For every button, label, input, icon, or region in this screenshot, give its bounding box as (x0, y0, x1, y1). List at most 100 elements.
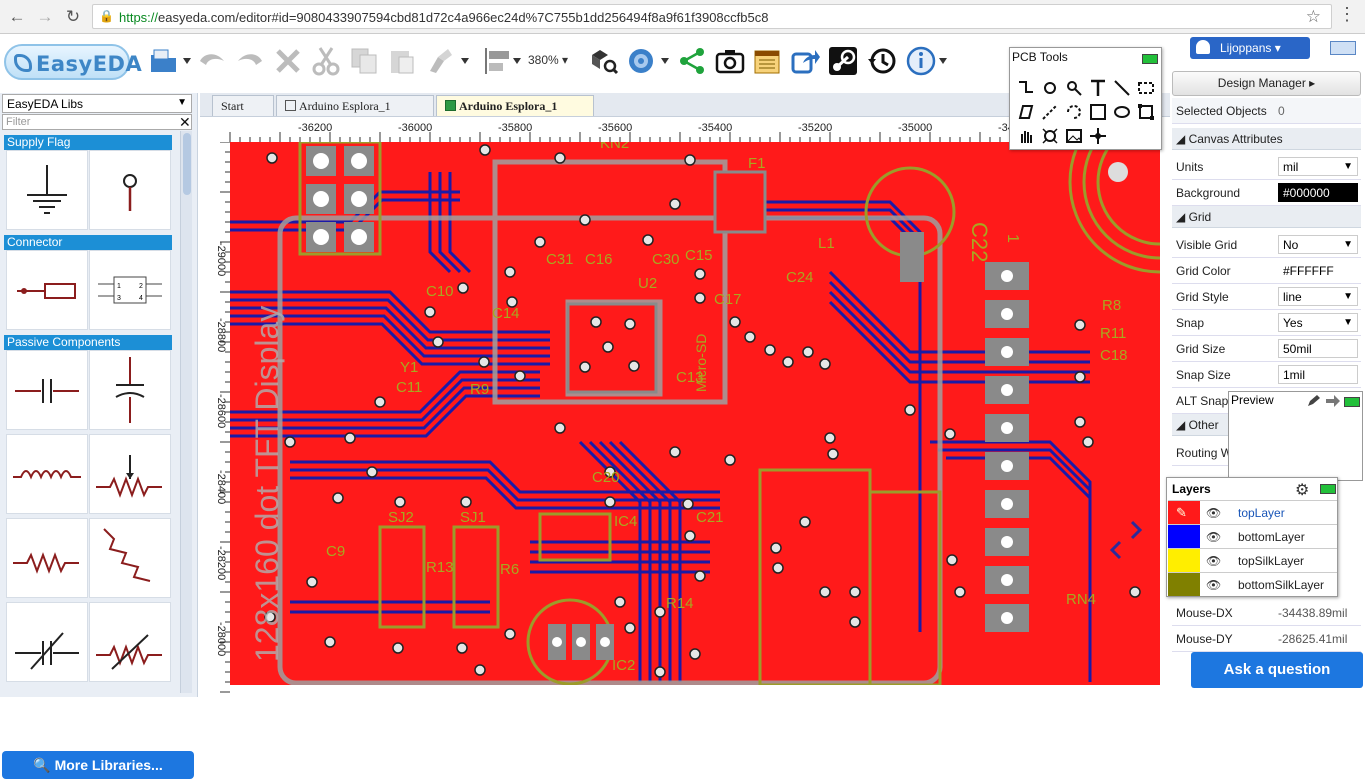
pencil-icon[interactable] (1306, 394, 1322, 408)
copy-icon[interactable] (348, 45, 380, 77)
section-canvas-attributes[interactable]: ◢ Canvas Attributes (1172, 128, 1361, 150)
library-select[interactable]: EasyEDA Libs ▼ (2, 94, 192, 113)
export-icon[interactable] (789, 45, 821, 77)
library-scrollbar[interactable] (180, 131, 192, 693)
symbol-variable-resistor[interactable] (89, 602, 171, 682)
grid-color-input[interactable]: #FFFFFF (1278, 261, 1358, 280)
symbol-capacitor[interactable] (6, 350, 88, 430)
category-connector[interactable]: Connector (4, 235, 172, 250)
symbol-header-connector[interactable] (6, 250, 88, 330)
pad-tool-icon[interactable] (1040, 78, 1060, 98)
arrow-right-icon[interactable] (1325, 394, 1341, 408)
symbol-power-flag[interactable] (89, 150, 171, 230)
minimize-icon[interactable] (1344, 397, 1360, 407)
image-tool-icon[interactable] (1064, 126, 1084, 146)
eye-icon[interactable]: 👁 (1206, 530, 1221, 544)
chevron-down-icon[interactable] (939, 58, 947, 64)
section-grid[interactable]: ◢ Grid (1172, 206, 1361, 228)
symbol-variable-capacitor[interactable] (6, 602, 88, 682)
text-tool-icon[interactable] (1088, 78, 1108, 98)
file-folder-icon[interactable] (148, 45, 180, 77)
paste-icon[interactable] (386, 45, 418, 77)
polygon-tool-icon[interactable] (1016, 102, 1036, 122)
settings-gear-icon[interactable] (625, 45, 657, 77)
dimension-tool-icon[interactable] (1040, 102, 1060, 122)
track-tool-icon[interactable] (1016, 78, 1036, 98)
layer-row-bottom-silk[interactable]: 👁 bottomSilkLayer (1168, 572, 1337, 596)
layout-view-icon[interactable] (1330, 41, 1356, 55)
eye-icon[interactable]: 👁 (1206, 578, 1221, 592)
tab-pcb[interactable]: Arduino Esplora_1 (436, 95, 594, 116)
board-outline-tool-icon[interactable] (1136, 102, 1156, 122)
snap-size-input[interactable]: 1mil (1278, 365, 1358, 384)
back-arrow-icon[interactable]: ← (6, 6, 28, 28)
symbol-resistor-vertical[interactable] (89, 518, 171, 598)
layer-color-swatch[interactable] (1168, 549, 1200, 572)
history-clock-icon[interactable] (866, 45, 898, 77)
minimize-icon[interactable] (1142, 54, 1158, 64)
chevron-down-icon[interactable] (461, 58, 469, 64)
ellipse-tool-icon[interactable] (1112, 102, 1132, 122)
steam-icon[interactable] (827, 45, 859, 77)
share-icon[interactable] (676, 45, 708, 77)
layer-row-top-silk[interactable]: 👁 topSilkLayer (1168, 548, 1337, 572)
format-brush-icon[interactable] (424, 45, 456, 77)
chevron-down-icon[interactable] (183, 58, 191, 64)
eye-icon[interactable]: 👁 (1206, 554, 1221, 568)
layer-color-swatch[interactable] (1168, 573, 1200, 596)
forward-arrow-icon[interactable]: → (34, 6, 56, 28)
layer-row-top[interactable]: ✎ 👁 topLayer (1168, 500, 1337, 524)
user-menu-button[interactable]: Lijoppans ▾ (1190, 37, 1310, 59)
components-search-icon[interactable] (588, 45, 620, 77)
bookmark-star-icon[interactable]: ☆ (1306, 7, 1321, 27)
reload-icon[interactable]: ↻ (62, 6, 84, 28)
design-manager-button[interactable]: Design Manager ▸ (1172, 71, 1361, 96)
chevron-down-icon[interactable] (661, 58, 669, 64)
redo-icon[interactable] (234, 45, 266, 77)
rectangle-tool-icon[interactable] (1088, 102, 1108, 122)
tab-start[interactable]: Start (212, 95, 274, 116)
library-filter-input[interactable]: Filter ✕ (2, 114, 192, 130)
grid-size-input[interactable]: 50mil (1278, 339, 1358, 358)
undo-icon[interactable] (196, 45, 228, 77)
visible-grid-select[interactable]: No ▼ (1278, 235, 1358, 254)
copper-area-tool-icon[interactable] (1136, 78, 1156, 98)
background-color-input[interactable]: #000000 (1278, 183, 1358, 202)
more-libraries-button[interactable]: 🔍 More Libraries... (2, 751, 194, 779)
clear-filter-icon[interactable]: ✕ (179, 114, 191, 131)
align-icon[interactable] (482, 45, 514, 77)
arc-tool-icon[interactable] (1064, 102, 1084, 122)
grid-style-select[interactable]: line ▼ (1278, 287, 1358, 306)
zoom-level[interactable]: 380% ▾ (528, 53, 568, 67)
symbol-inductor[interactable] (6, 434, 88, 514)
category-supply-flag[interactable]: Supply Flag (4, 135, 172, 150)
camera-icon[interactable] (714, 45, 746, 77)
line-tool-icon[interactable] (1112, 78, 1132, 98)
symbol-4pin-connector[interactable]: 1 3 2 4 (89, 250, 171, 330)
symbol-polarized-capacitor[interactable] (89, 350, 171, 430)
chevron-down-icon[interactable] (513, 58, 521, 64)
browser-menu-icon[interactable]: ⋮ (1338, 4, 1356, 25)
tab-schematic[interactable]: Arduino Esplora_1 (276, 95, 434, 116)
via-tool-icon[interactable] (1064, 78, 1084, 98)
hole-tool-icon[interactable] (1040, 126, 1060, 146)
info-icon[interactable] (905, 45, 937, 77)
pcb-canvas-area[interactable]: -36200 -36000 -35800 -35600 -35400 -35200 -350… (208, 120, 1170, 697)
eye-icon[interactable]: 👁 (1206, 506, 1221, 520)
ask-question-button[interactable]: Ask a question (1191, 652, 1363, 688)
symbol-ground[interactable] (6, 150, 88, 230)
delete-icon[interactable] (272, 45, 304, 77)
minimize-icon[interactable] (1320, 484, 1336, 494)
hand-pan-icon[interactable] (1016, 126, 1036, 146)
gear-icon[interactable]: ⚙ (1295, 480, 1309, 500)
scroll-thumb[interactable] (183, 133, 191, 195)
pcb-board[interactable]: C31 C16 C30 C15 U2 C17 C10 C14 Y1 C11 R9… (230, 142, 1160, 685)
units-select[interactable]: mil ▼ (1278, 157, 1358, 176)
address-bar[interactable]: 🔒 https://easyeda.com/editor#id=90804339… (92, 4, 1332, 29)
symbol-potentiometer[interactable] (89, 434, 171, 514)
layer-color-swatch[interactable] (1168, 525, 1200, 548)
symbol-resistor[interactable] (6, 518, 88, 598)
category-passive-components[interactable]: Passive Components (4, 335, 172, 350)
canvas-origin-icon[interactable] (1088, 126, 1108, 146)
cut-icon[interactable] (310, 45, 342, 77)
